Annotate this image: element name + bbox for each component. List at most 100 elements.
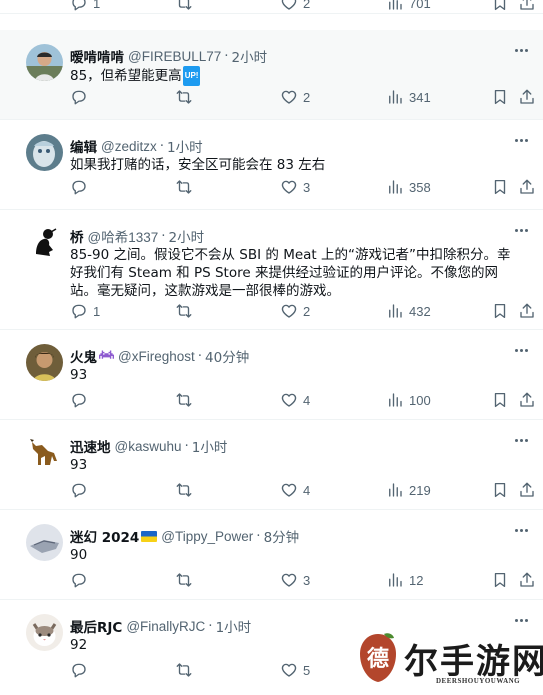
tweet[interactable]: 编辑 @zeditzx · 1小时 如果我打赌的话，安全区可能会在 83 左右 … — [0, 120, 543, 210]
display-name[interactable]: 迷幻 2024 — [70, 526, 139, 546]
reply-button[interactable] — [70, 391, 88, 409]
like-button[interactable]: 3 — [280, 178, 310, 196]
more-options-button[interactable] — [511, 132, 531, 148]
reply-icon — [72, 393, 86, 408]
tweet[interactable]: 暧啃啃啃 @FIREBULL77 · 2小时 85，但希望能更高 UP! 2 34… — [0, 30, 543, 120]
handle[interactable]: @xFireghost — [118, 349, 195, 364]
handle[interactable]: @FinallyRJC — [126, 619, 205, 634]
retweet-button[interactable] — [175, 0, 193, 12]
share-button[interactable] — [518, 391, 536, 409]
share-button[interactable] — [518, 571, 536, 589]
heart-icon — [281, 304, 297, 318]
more-options-button[interactable] — [511, 522, 531, 538]
like-count: 4 — [303, 392, 311, 408]
like-button[interactable]: 4 — [280, 481, 310, 499]
more-options-button[interactable] — [511, 342, 531, 358]
reply-button[interactable]: 1 — [70, 0, 100, 12]
timestamp[interactable]: 1小时 — [167, 136, 203, 156]
timestamp[interactable]: 2小时 — [169, 226, 205, 246]
retweet-icon — [176, 483, 192, 497]
share-button[interactable] — [518, 178, 536, 196]
views-button[interactable]: 219 — [386, 481, 431, 499]
like-button[interactable]: 2 — [280, 302, 310, 320]
avatar[interactable] — [26, 434, 63, 471]
handle[interactable]: @FIREBULL77 — [128, 49, 221, 64]
avatar[interactable] — [26, 524, 63, 561]
bookmark-button[interactable] — [491, 0, 509, 12]
retweet-button[interactable] — [175, 88, 193, 106]
bookmark-button[interactable] — [491, 302, 509, 320]
reply-icon — [72, 180, 86, 195]
reply-button[interactable]: 1 — [70, 302, 100, 320]
bookmark-button[interactable] — [491, 178, 509, 196]
retweet-button[interactable] — [175, 481, 193, 499]
share-button[interactable] — [518, 88, 536, 106]
avatar[interactable] — [26, 344, 63, 381]
views-button[interactable]: 12 — [386, 571, 423, 589]
display-name[interactable]: 最后RJC — [70, 616, 122, 636]
tweet[interactable]: 迅速地 @kaswuhu · 1小时 93 4 219 — [0, 420, 543, 510]
more-options-button[interactable] — [511, 42, 531, 58]
retweet-button[interactable] — [175, 571, 193, 589]
share-button[interactable] — [518, 481, 536, 499]
more-options-button[interactable] — [511, 222, 531, 238]
reply-button[interactable] — [70, 88, 88, 106]
share-button[interactable] — [518, 302, 536, 320]
share-button[interactable] — [518, 0, 536, 12]
tweet[interactable]: 桥 @哈希1337 · 2小时 85-90 之间。假设它不会从 SBI 的 Me… — [0, 210, 543, 330]
reply-icon — [72, 304, 86, 319]
views-button[interactable]: 100 — [386, 391, 431, 409]
retweet-button[interactable] — [175, 302, 193, 320]
avatar[interactable] — [26, 44, 63, 81]
tweet[interactable]: 火鬼 @xFireghost · 40分钟 93 4 100 — [0, 330, 543, 420]
views-button[interactable]: 701 — [386, 0, 431, 12]
bookmark-button[interactable] — [491, 571, 509, 589]
tweet[interactable]: 迷幻 2024 @Tippy_Power · 8分钟 90 3 12 — [0, 510, 543, 600]
like-button[interactable]: 4 — [280, 391, 310, 409]
retweet-button[interactable] — [175, 661, 193, 679]
display-name[interactable]: 火鬼 — [70, 346, 97, 366]
avatar[interactable] — [26, 134, 63, 171]
retweet-button[interactable] — [175, 391, 193, 409]
handle[interactable]: @zeditzx — [101, 139, 157, 154]
like-count: 3 — [303, 179, 311, 195]
views-button[interactable]: 432 — [386, 302, 431, 320]
views-button[interactable]: 358 — [386, 178, 431, 196]
handle[interactable]: @Tippy_Power — [161, 529, 253, 544]
retweet-button[interactable] — [175, 178, 193, 196]
display-name[interactable]: 编辑 — [70, 136, 97, 156]
reply-button[interactable] — [70, 571, 88, 589]
timestamp[interactable]: 8分钟 — [264, 526, 300, 546]
tweet-actions: 1 2 432 — [0, 301, 543, 321]
up-emoji-icon: UP! — [182, 66, 201, 86]
views-icon — [389, 180, 402, 194]
tweet-text: 90 — [70, 547, 88, 563]
reply-button[interactable] — [70, 481, 88, 499]
timestamp[interactable]: 1小时 — [192, 436, 228, 456]
handle[interactable]: @哈希1337 — [88, 226, 159, 246]
avatar[interactable] — [26, 224, 63, 261]
bookmark-button[interactable] — [491, 88, 509, 106]
bookmark-button[interactable] — [491, 481, 509, 499]
tweet-text: 如果我打赌的话，安全区可能会在 83 左右 — [70, 157, 326, 173]
display-name[interactable]: 桥 — [70, 226, 84, 246]
like-count: 3 — [303, 572, 311, 588]
avatar[interactable] — [26, 614, 63, 651]
like-button[interactable]: 3 — [280, 571, 310, 589]
timestamp[interactable]: 2小时 — [232, 46, 268, 66]
timestamp[interactable]: 1小时 — [216, 616, 252, 636]
display-name[interactable]: 暧啃啃啃 — [70, 46, 124, 66]
reply-button[interactable] — [70, 178, 88, 196]
like-button[interactable]: 2 — [280, 88, 310, 106]
display-name[interactable]: 迅速地 — [70, 436, 111, 456]
more-options-button[interactable] — [511, 612, 531, 628]
more-options-button[interactable] — [511, 432, 531, 448]
views-button[interactable]: 341 — [386, 88, 431, 106]
handle[interactable]: @kaswuhu — [115, 439, 182, 454]
like-button[interactable]: 5 — [280, 661, 310, 679]
tweet-header: 桥 @哈希1337 · 2小时 — [70, 226, 205, 246]
like-button[interactable]: 2 — [280, 0, 310, 12]
bookmark-button[interactable] — [491, 391, 509, 409]
reply-button[interactable] — [70, 661, 88, 679]
timestamp[interactable]: 40分钟 — [205, 346, 249, 366]
